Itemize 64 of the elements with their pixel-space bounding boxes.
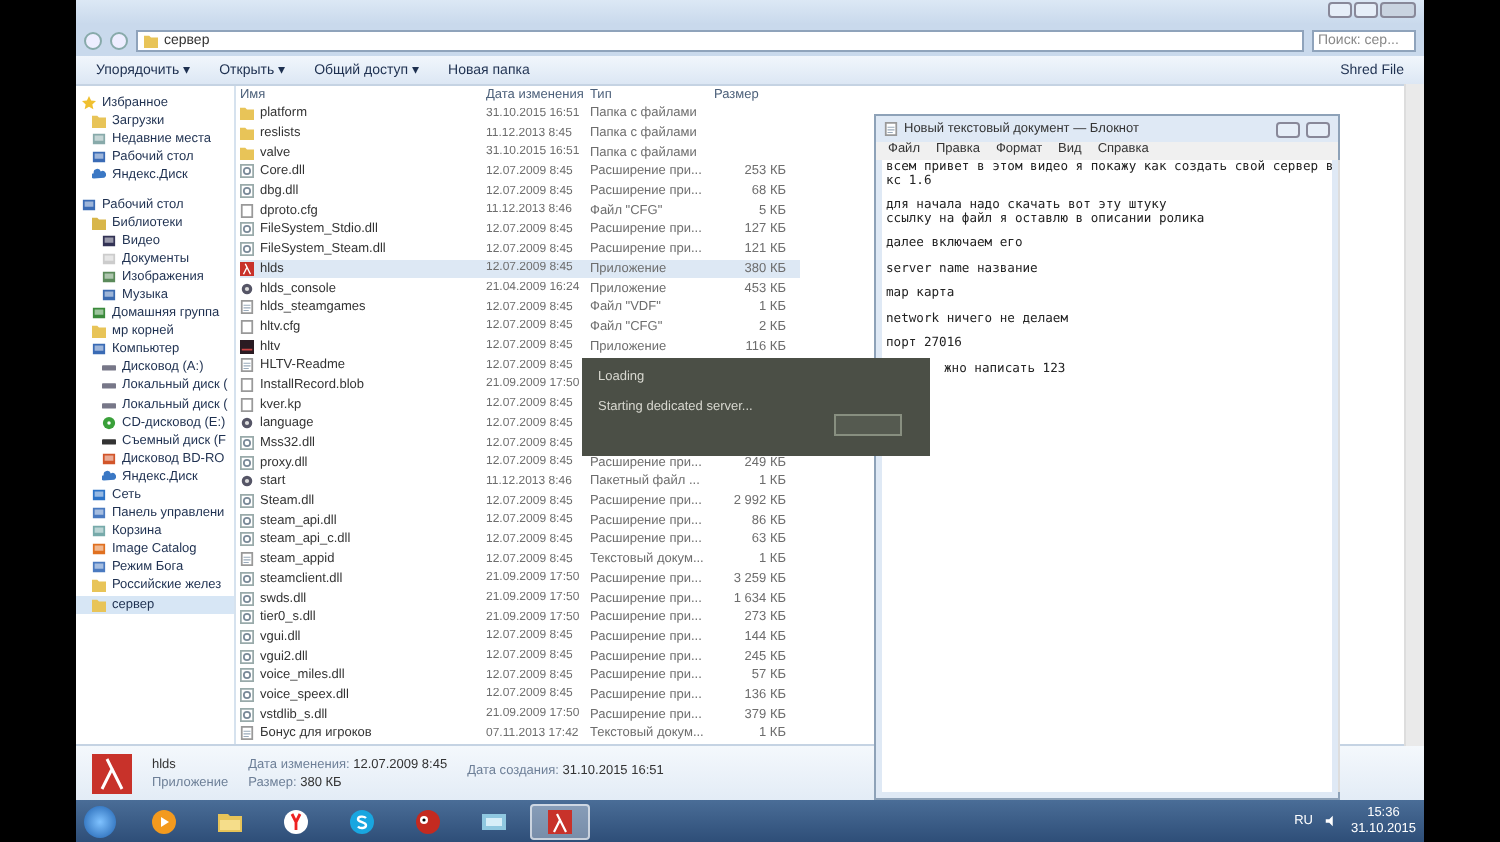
window-icon <box>92 342 106 357</box>
text-file-icon <box>240 552 254 567</box>
text-file-icon <box>240 300 254 315</box>
browser-icon <box>284 809 308 833</box>
gear-file-icon <box>240 436 254 451</box>
app-icon <box>240 339 254 354</box>
gear-file-icon <box>240 455 254 470</box>
gear-file-icon <box>240 184 254 199</box>
speaker-icon[interactable] <box>1324 814 1339 828</box>
gear-file-icon <box>240 494 254 509</box>
gear-file-icon <box>240 164 254 179</box>
lambda-icon <box>548 809 572 833</box>
gear-file-icon <box>240 629 254 644</box>
gear-file-icon <box>240 687 254 702</box>
text-file-icon <box>240 726 254 741</box>
minimize-button[interactable] <box>1276 121 1300 137</box>
maximize-button[interactable] <box>1306 121 1330 137</box>
chat-icon <box>350 809 374 833</box>
gear-icon <box>240 474 254 489</box>
gear-file-icon <box>240 668 254 683</box>
back-button[interactable] <box>84 31 102 49</box>
cloud-icon <box>102 469 116 484</box>
drive-icon <box>102 433 116 448</box>
window-icon <box>102 451 116 466</box>
window-icon <box>92 306 106 321</box>
play-icon <box>152 809 176 833</box>
bin-icon <box>92 524 106 539</box>
gear-file-icon <box>240 242 254 257</box>
close-button[interactable] <box>1380 2 1416 18</box>
cloud-icon <box>92 168 106 183</box>
text-file-icon <box>884 122 898 136</box>
window-icon <box>82 197 96 212</box>
gear-file-icon <box>240 513 254 528</box>
file-icon <box>240 203 254 218</box>
folder-icon <box>92 215 106 230</box>
lambda-icon <box>92 753 132 793</box>
gear-file-icon <box>240 532 254 547</box>
forward-button[interactable] <box>110 31 128 49</box>
gear-file-icon <box>240 649 254 664</box>
dialog-button[interactable] <box>834 414 902 436</box>
gear-file-icon <box>240 222 254 237</box>
folder-icon <box>92 324 106 339</box>
gear-file-icon <box>240 610 254 625</box>
taskbar-button[interactable] <box>530 803 590 839</box>
scrollbar[interactable] <box>1337 160 1340 792</box>
minimize-button[interactable] <box>1328 2 1352 18</box>
gear-icon <box>240 281 254 296</box>
text-file-icon <box>240 358 254 373</box>
scrollbar[interactable] <box>1404 84 1424 746</box>
star-icon <box>82 96 96 111</box>
bird-icon <box>416 809 440 833</box>
window-icon <box>482 813 506 829</box>
gear-file-icon <box>240 591 254 606</box>
gear-file-icon <box>240 707 254 722</box>
gear-file-icon <box>240 571 254 586</box>
folder-icon <box>218 813 242 831</box>
start-button[interactable] <box>84 805 116 837</box>
maximize-button[interactable] <box>1354 2 1378 18</box>
lambda-icon <box>240 261 254 276</box>
folder-icon <box>144 33 158 47</box>
disc-icon <box>102 415 116 430</box>
gear-icon <box>240 416 254 431</box>
folder-icon <box>92 114 106 129</box>
file-icon <box>240 319 254 334</box>
